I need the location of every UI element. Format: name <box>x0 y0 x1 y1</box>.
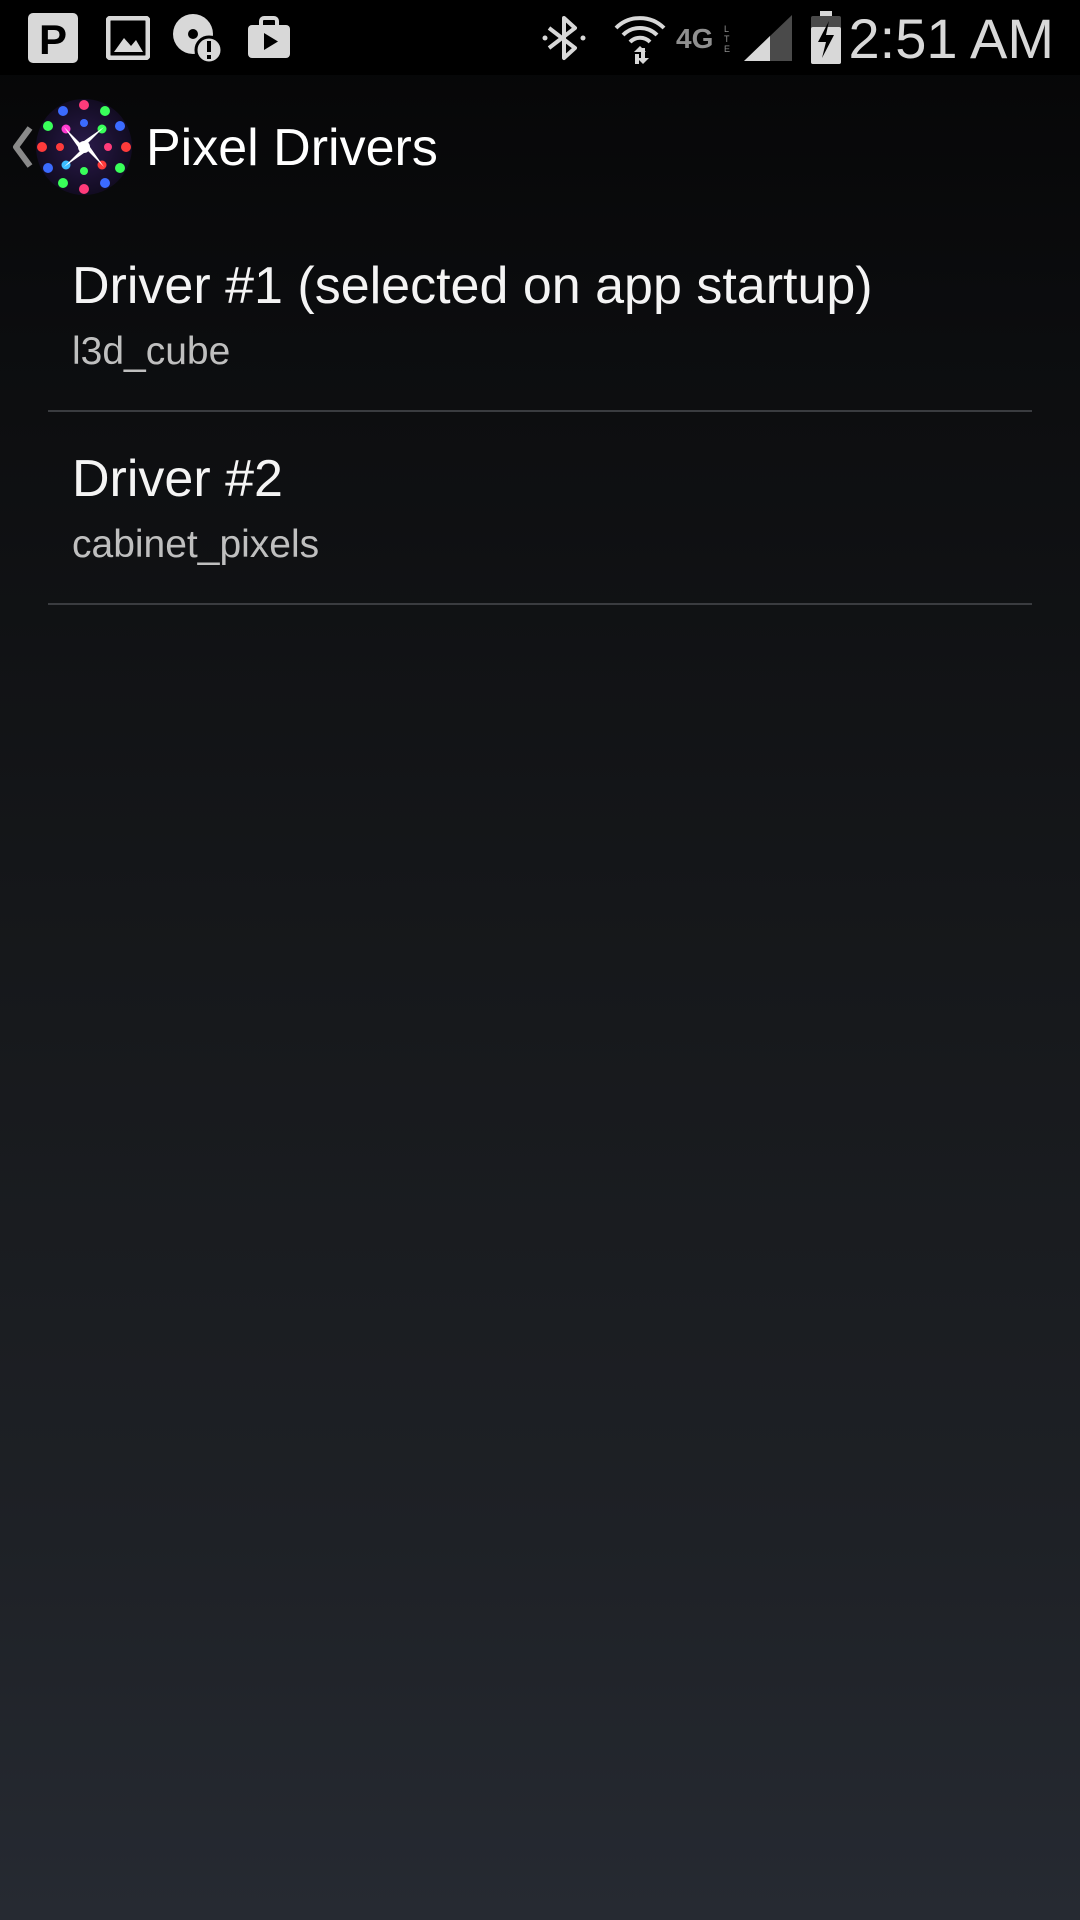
shopping-bag-icon <box>244 12 294 64</box>
list-item-summary: cabinet_pixels <box>72 523 320 566</box>
app-logo-icon <box>34 97 134 197</box>
4g-lte-icon: 4G L T E <box>676 12 736 64</box>
svg-text:P: P <box>39 16 67 63</box>
driver-list: Driver #1 (selected on app startup) l3d_… <box>48 219 1032 605</box>
chevron-left-icon <box>10 120 34 174</box>
page-title: Pixel Drivers <box>146 119 438 177</box>
list-item-title: Driver #2 <box>72 450 283 508</box>
svg-text:4G: 4G <box>676 23 713 54</box>
status-bar: P 4G L T E 2:51 AM <box>0 0 1080 75</box>
battery-charging-icon <box>808 11 844 64</box>
svg-text:E: E <box>724 44 730 54</box>
action-bar: Pixel Drivers <box>0 75 1080 225</box>
list-item-driver-1[interactable]: Driver #1 (selected on app startup) l3d_… <box>48 219 1032 412</box>
cell-signal-icon <box>742 12 794 64</box>
up-navigation[interactable] <box>0 75 140 225</box>
bluetooth-icon <box>538 12 590 64</box>
list-item-summary: l3d_cube <box>72 330 231 373</box>
alert-disc-icon <box>170 12 224 64</box>
list-item-title: Driver #1 (selected on app startup) <box>72 257 873 315</box>
status-time: 2:51 AM <box>848 7 1054 70</box>
wifi-icon <box>612 12 668 64</box>
list-item-driver-2[interactable]: Driver #2 cabinet_pixels <box>48 412 1032 605</box>
parking-p-icon: P <box>26 12 80 64</box>
gallery-image-icon <box>104 12 152 64</box>
svg-text:L: L <box>724 24 729 34</box>
svg-text:T: T <box>724 34 730 44</box>
